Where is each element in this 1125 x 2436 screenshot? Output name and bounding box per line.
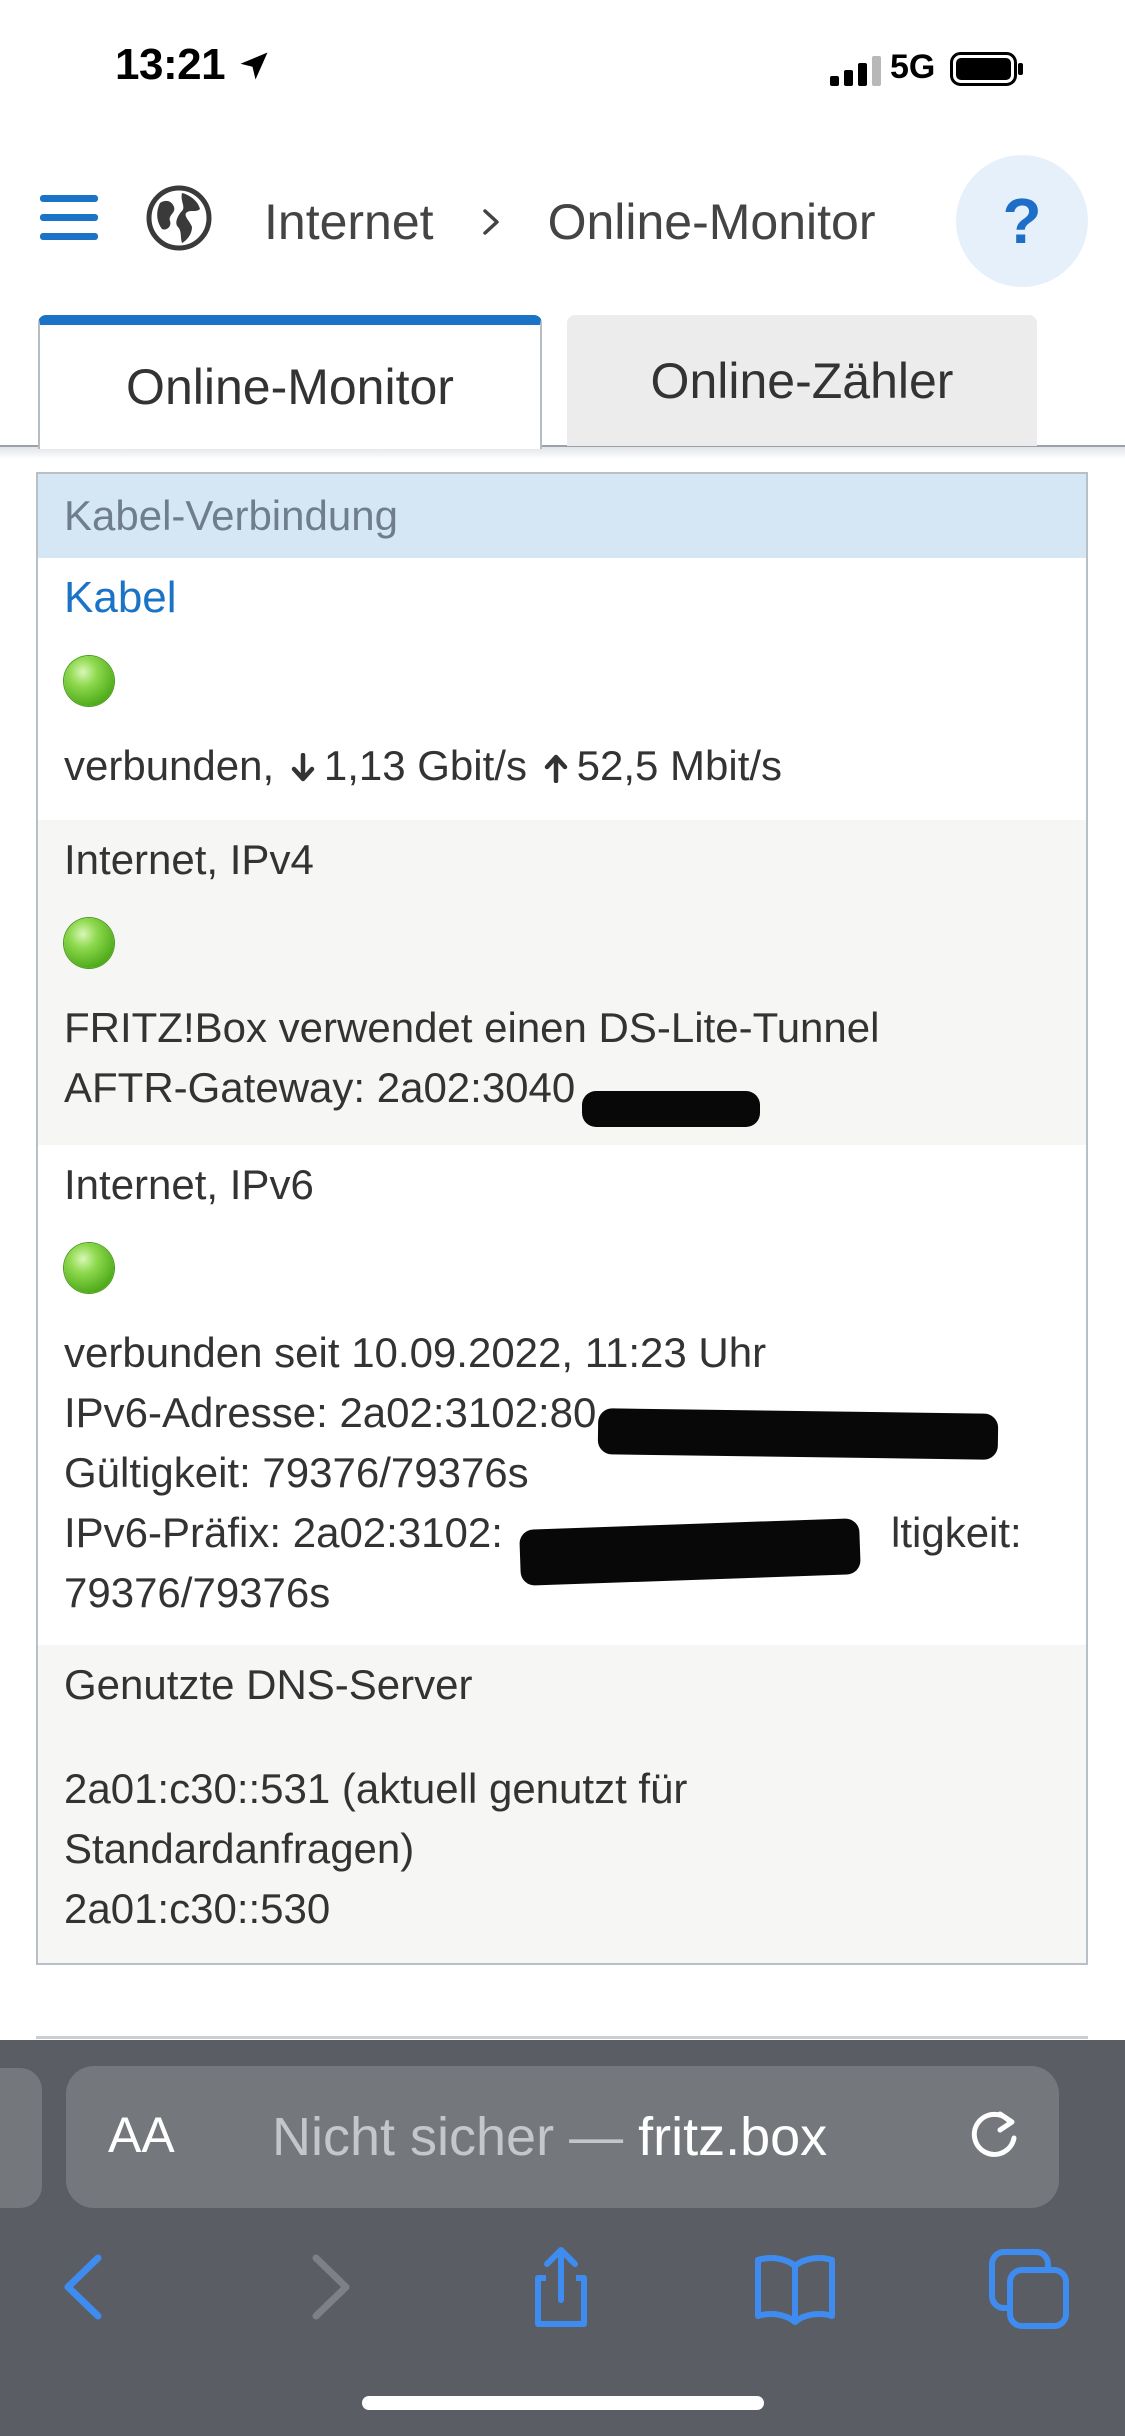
address-bar[interactable]: AA Nicht sicher — fritz.box [66, 2066, 1059, 2208]
url-prefix: Nicht sicher — [272, 2107, 639, 2167]
redaction-mark [597, 1408, 999, 1460]
kabel-link[interactable]: Kabel [64, 558, 1066, 628]
ipv4-title: Internet, IPv4 [64, 836, 314, 883]
home-indicator [362, 2396, 764, 2410]
forward-icon[interactable] [282, 2242, 372, 2332]
status-led-icon [64, 656, 114, 706]
status-time: 13:21 [115, 40, 226, 89]
battery-icon [950, 52, 1023, 86]
ipv4-tunnel-info: FRITZ!Box verwendet einen DS-Lite-Tunnel [64, 1004, 880, 1051]
share-icon[interactable] [516, 2242, 606, 2332]
page-header: Internet Online-Monitor ? [0, 135, 1125, 310]
tab-online-monitor[interactable]: Online-Monitor [38, 315, 542, 449]
aa-label: AA [108, 2107, 175, 2163]
bookmarks-icon[interactable] [750, 2242, 840, 2332]
dns-server-1: 2a01:c30::531 (aktuell genutzt für [64, 1765, 688, 1812]
status-led-icon [64, 1243, 114, 1293]
help-icon: ? [1002, 185, 1042, 257]
panel-bottom-divider [36, 2036, 1088, 2039]
tab-online-zaehler[interactable]: Online-Zähler [567, 315, 1037, 446]
browser-toolbar [0, 2236, 1125, 2356]
tab-bar: Online-Monitor Online-Zähler [0, 315, 1125, 449]
dns-server-1-note: Standardanfragen) [64, 1825, 415, 1872]
ipv6-title: Internet, IPv6 [64, 1161, 314, 1208]
location-arrow-icon [240, 52, 268, 80]
ipv6-prefix-text: IPv6-Präfix: 2a02:3102: [64, 1509, 503, 1556]
arrow-up-icon [544, 754, 567, 783]
breadcrumb-item-internet[interactable]: Internet [264, 193, 434, 251]
globe-icon [146, 185, 212, 251]
connection-panel: Kabel-Verbindung Kabel verbunden, 1,13 G… [36, 472, 1088, 1965]
help-button[interactable]: ? [956, 155, 1088, 287]
download-speed: 1,13 Gbit/s [323, 742, 527, 789]
back-icon[interactable] [42, 2242, 132, 2332]
status-bar: 13:21 5G [0, 0, 1125, 135]
dns-server-2: 2a01:c30::530 [64, 1885, 331, 1932]
browser-chrome: AA Nicht sicher — fritz.box [0, 2040, 1125, 2436]
menu-icon[interactable] [40, 195, 98, 241]
breadcrumb: Internet Online-Monitor [264, 193, 875, 251]
signal-icon [830, 56, 881, 86]
kabel-status-text: verbunden, [64, 742, 275, 789]
url-text[interactable]: Nicht sicher — fritz.box [272, 2106, 827, 2168]
section-dns: Genutzte DNS-Server 2a01:c30::531 (aktue… [38, 1645, 1086, 1963]
chevron-right-icon [482, 209, 499, 235]
reader-settings-button[interactable]: AA [108, 2106, 175, 2164]
upload-speed: 52,5 Mbit/s [576, 742, 783, 789]
status-led-icon [64, 918, 114, 968]
breadcrumb-item-online-monitor: Online-Monitor [547, 194, 876, 250]
panel-heading: Kabel-Verbindung [38, 474, 1086, 558]
previous-tab-preview[interactable] [0, 2068, 42, 2208]
arrow-down-icon [291, 753, 315, 782]
redaction-mark [519, 1518, 861, 1586]
kabel-status: verbunden, 1,13 Gbit/s 52,5 Mbit/s [64, 736, 1066, 796]
tabs-icon[interactable] [984, 2242, 1074, 2332]
url-host: fritz.box [638, 2107, 828, 2167]
ipv6-prefix-validity-text: ltigkeit: [891, 1509, 1022, 1556]
redaction-mark [582, 1091, 760, 1127]
network-type: 5G [890, 48, 936, 86]
ipv4-aftr-gateway: AFTR-Gateway: 2a02:3040 [64, 1064, 576, 1111]
ipv6-connected-since: verbunden seit 10.09.2022, 11:23 Uhr [64, 1329, 767, 1376]
section-kabel: Kabel verbunden, 1,13 Gbit/s 52,5 Mbit/s [38, 558, 1086, 820]
section-ipv4: Internet, IPv4 FRITZ!Box verwendet einen… [38, 820, 1086, 1145]
tab-label: Online-Monitor [126, 359, 454, 415]
reload-icon[interactable] [962, 2102, 1026, 2166]
dns-title: Genutzte DNS-Server [64, 1661, 473, 1708]
tab-label: Online-Zähler [650, 352, 954, 409]
